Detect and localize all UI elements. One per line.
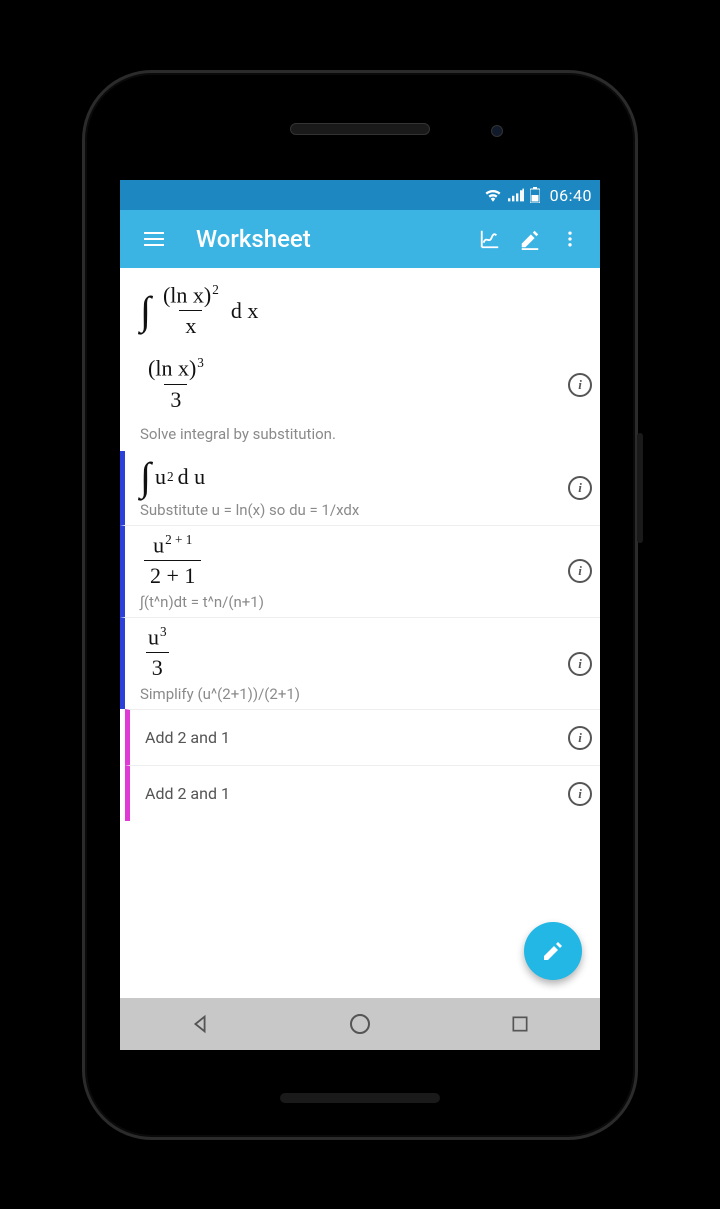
circle-home-icon (348, 1012, 372, 1036)
recent-button[interactable] (470, 998, 570, 1050)
page-title: Worksheet (196, 225, 470, 253)
hamburger-icon (144, 232, 164, 246)
info-button[interactable]: i (568, 373, 592, 397)
step-text: Add 2 and 1 (145, 728, 230, 747)
step-expression: u3 3 (140, 624, 550, 681)
graph-button[interactable] (470, 219, 510, 259)
pencil-icon (519, 228, 541, 250)
phone-side-button (637, 433, 643, 543)
result-row[interactable]: (ln x)3 3 i (120, 349, 600, 420)
fab-edit[interactable] (524, 922, 582, 980)
graph-icon (479, 228, 501, 250)
android-nav-bar (120, 998, 600, 1050)
wifi-icon (484, 188, 502, 202)
more-vert-icon (560, 229, 580, 249)
step-row[interactable]: Add 2 and 1 i (125, 765, 600, 821)
info-button[interactable]: i (568, 726, 592, 750)
battery-icon (530, 187, 540, 203)
phone-speaker (290, 123, 430, 135)
info-button[interactable]: i (568, 782, 592, 806)
step-caption: Solve integral by substitution. (140, 425, 550, 443)
step-caption: ∫(t^n)dt = t^n/(n+1) (140, 593, 550, 611)
edit-button[interactable] (510, 219, 550, 259)
result-expression: (ln x)3 3 (140, 355, 550, 412)
home-button[interactable] (310, 998, 410, 1050)
info-button[interactable]: i (568, 652, 592, 676)
screen: 06:40 Worksheet (120, 180, 600, 1050)
info-button[interactable]: i (568, 476, 592, 500)
overflow-button[interactable] (550, 219, 590, 259)
square-recent-icon (510, 1014, 530, 1034)
step-caption: Substitute u = ln(x) so du = 1/xdx (140, 501, 550, 519)
step-row[interactable]: ∫ u2d u Substitute u = ln(x) so du = 1/x… (120, 451, 600, 525)
step-expression: u2 + 1 2 + 1 (140, 532, 550, 589)
app-bar: Worksheet (120, 210, 600, 268)
integral-expression: ∫ (ln x)2 x d x (140, 282, 550, 339)
info-button[interactable]: i (568, 559, 592, 583)
step-expression: ∫ u2d u (140, 457, 550, 497)
phone-camera (491, 125, 503, 137)
phone-bezel: 06:40 Worksheet (97, 85, 623, 1125)
back-button[interactable] (150, 998, 250, 1050)
status-clock: 06:40 (550, 186, 592, 205)
triangle-back-icon (189, 1013, 211, 1035)
worksheet-content[interactable]: ∫ (ln x)2 x d x (ln x)3 3 (120, 268, 600, 998)
status-bar: 06:40 (120, 180, 600, 210)
step-row[interactable]: u2 + 1 2 + 1 ∫(t^n)dt = t^n/(n+1) i (120, 525, 600, 617)
step-row[interactable]: Add 2 and 1 i (125, 709, 600, 765)
step-row[interactable]: u3 3 Simplify (u^(2+1))/(2+1) i (120, 617, 600, 709)
expression-row[interactable]: ∫ (ln x)2 x d x (120, 268, 600, 349)
signal-icon (508, 188, 524, 202)
pencil-icon (541, 939, 565, 963)
phone-frame: 06:40 Worksheet (82, 70, 638, 1140)
step-caption: Simplify (u^(2+1))/(2+1) (140, 685, 550, 703)
step-text: Add 2 and 1 (145, 784, 230, 803)
menu-button[interactable] (134, 219, 174, 259)
phone-chin (280, 1093, 440, 1103)
